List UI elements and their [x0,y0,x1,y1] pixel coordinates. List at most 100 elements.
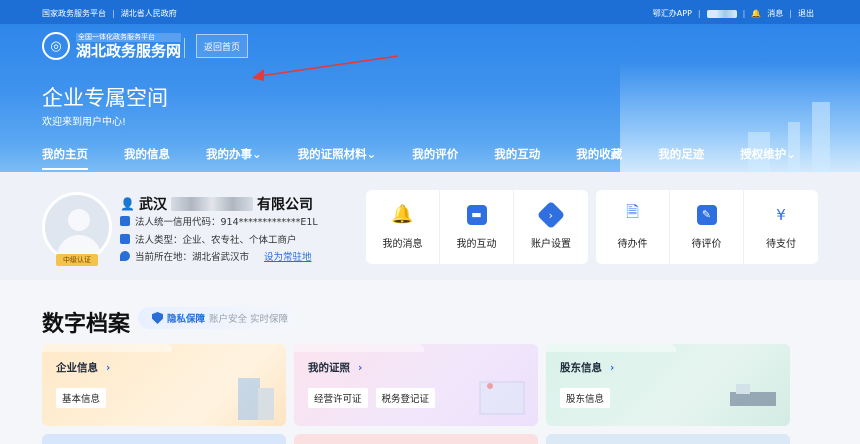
nav-home[interactable]: 我的主页 [42,146,88,170]
my-messages-label: 我的消息 [382,238,423,250]
edit-icon: ✎ [696,204,717,225]
quick-actions-account: 🔔 我的消息 ▬ 我的互动 › 账户设置 [366,190,588,264]
national-platform-link[interactable]: 国家政务服务平台 [42,8,106,19]
next-row-card [294,434,538,444]
legal-type: 法人类型：企业、农专社、个体工商户 [135,235,297,246]
shareholder-info-card[interactable]: 股东信息 › 股东信息 [546,344,790,426]
divider: | [112,9,115,18]
nav-history[interactable]: 我的足迹 [658,146,704,170]
card-title: 我的证照 › [308,360,362,375]
nav-certificates[interactable]: 我的证照材料⌄ [298,146,377,170]
chevron-down-icon: ⌄ [786,147,796,161]
nav-reviews[interactable]: 我的评价 [412,146,458,170]
avatar-head [68,209,90,231]
folder-tab [546,344,676,352]
nav-affairs[interactable]: 我的办事⌄ [206,146,262,170]
annotation-arrow-icon [252,55,399,81]
main-nav: 我的主页 我的信息 我的办事⌄ 我的证照材料⌄ 我的评价 我的互动 我的收藏 我… [42,146,832,170]
nav-favorites[interactable]: 我的收藏 [576,146,622,170]
basic-info-chip[interactable]: 基本信息 [56,388,107,408]
logout-link[interactable]: 退出 [798,8,814,19]
tax-registration-chip[interactable]: 税务登记证 [375,388,436,408]
username-redacted[interactable] [706,9,737,18]
account-settings-button[interactable]: › 账户设置 [514,190,588,264]
set-default-location-link[interactable]: 设为常驻地 [264,249,312,263]
privacy-badge: 隐私保障 账户安全 实时保障 [138,307,299,329]
my-interaction-button[interactable]: ▬ 我的互动 [440,190,514,264]
handshake-illustration [730,384,776,406]
logo-small-text: 全国一体化政务服务平台 [76,32,182,42]
shield-icon [152,312,163,324]
account-settings-label: 账户设置 [531,238,571,250]
privacy-strong: 隐私保障 [167,314,206,325]
pending-items-button[interactable]: 🗎 待办件 [596,190,670,264]
certification-badge: 中级认证 [56,254,98,266]
legal-type-row: 法人类型：企业、农专社、个体工商户 [120,232,297,246]
pending-payment-button[interactable]: ¥ 待支付 [744,190,818,264]
divider: | [742,9,746,18]
bell-icon[interactable]: 🔔 [751,9,761,18]
user-icon: 👤 [120,197,135,211]
name-suffix: 有限公司 [256,197,313,213]
next-row-card [42,434,286,444]
site-logo[interactable]: ◎ 全国一体化政务服务平台 湖北政务服务网 [42,32,182,60]
settings-icon: › [536,200,566,229]
nav-authorization-label: 授权维护 [740,147,787,161]
back-home-button[interactable]: 返回首页 [196,34,248,58]
chevron-right-icon: › [610,362,615,374]
payment-icon: ¥ [776,205,786,224]
name-prefix: 武汉 [138,197,167,213]
province-gov-link[interactable]: 湖北省人民政府 [121,8,177,19]
divider: | [789,9,792,18]
business-license-chip[interactable]: 经营许可证 [308,388,368,408]
location-row: 当前所在地：湖北省武汉市 设为常驻地 [120,249,312,263]
credit-code-row: 法人统一信用代码：914*************E1L [120,214,318,228]
building-illustration [238,378,274,420]
emblem-icon: ◎ [42,32,70,60]
my-messages-button[interactable]: 🔔 我的消息 [366,190,440,264]
chat-icon: ▬ [466,204,487,225]
chevron-down-icon: ⌄ [366,147,377,161]
card-title: 企业信息 › [56,360,110,375]
logo-main-text: 湖北政务服务网 [76,41,182,60]
messages-link[interactable]: 消息 [767,8,783,19]
avatar[interactable] [42,192,112,262]
location-pin-icon [120,251,130,261]
card-title: 股东信息 › [560,360,614,375]
divider: | [697,9,701,18]
privacy-weak: 账户安全 实时保障 [209,314,289,325]
card-title-text: 我的证照 [308,362,350,374]
archive-title: 数字档案 [42,312,131,337]
nav-interaction[interactable]: 我的互动 [494,146,540,170]
app-link[interactable]: 鄂汇办APP [653,8,692,19]
divider [184,38,185,58]
certificate-illustration [479,381,525,415]
document-search-icon: 🗎 [626,202,639,221]
my-certificates-card[interactable]: 我的证照 › 经营许可证 税务登记证 [294,344,538,426]
nav-authorization[interactable]: 授权维护⌄ [740,146,796,170]
profile-section: 中级认证 👤 武汉 有限公司 法人统一信用代码：914*************… [0,172,860,280]
nav-info[interactable]: 我的信息 [124,146,170,170]
chevron-down-icon: ⌄ [252,147,262,161]
pending-items-label: 待办件 [617,238,648,250]
chevron-right-icon: › [358,362,363,374]
page-subtitle: 欢迎来到用户中心! [42,117,127,128]
my-interaction-label: 我的互动 [456,238,497,250]
pending-payment-label: 待支付 [766,238,796,250]
pending-review-label: 待评价 [691,238,722,250]
folder-tab [42,344,172,352]
pending-review-button[interactable]: ✎ 待评价 [670,190,744,264]
quick-actions-tasks: 🗎 待办件 ✎ 待评价 ¥ 待支付 [596,190,818,264]
nav-certificates-label: 我的证照材料 [297,147,367,161]
page-title: 企业专属空间 [42,86,168,110]
org-chart-icon [120,234,130,244]
shareholder-info-chip[interactable]: 股东信息 [560,388,611,408]
id-card-icon [120,216,130,226]
nav-affairs-label: 我的办事 [206,147,252,161]
card-title-text: 企业信息 [56,362,98,374]
credit-code: 法人统一信用代码：914*************E1L [135,217,318,228]
top-bar: 国家政务服务平台 | 湖北省人民政府 鄂汇办APP | | 🔔 消息 | 退出 [0,0,860,24]
name-redacted [170,197,253,211]
enterprise-info-card[interactable]: 企业信息 › 基本信息 [42,344,286,426]
bell-icon: 🔔 [391,204,414,225]
